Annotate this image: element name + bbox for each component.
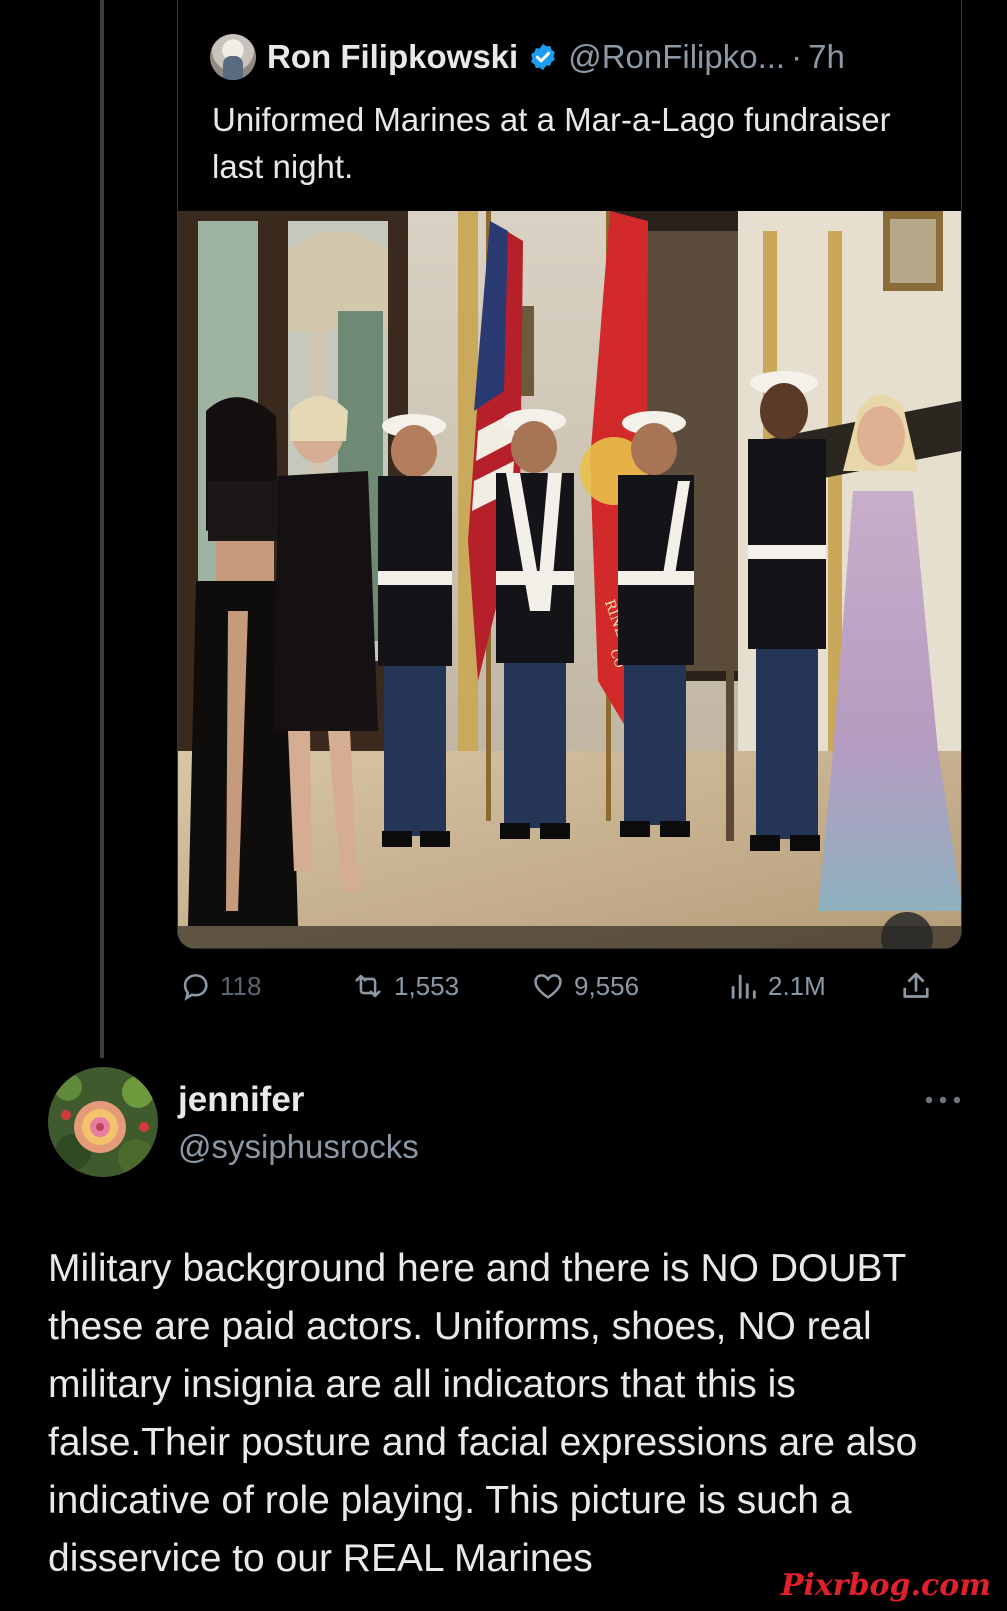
quoted-author-name[interactable]: Ron Filipkowski (267, 38, 518, 76)
quoted-tweet-time[interactable]: 7h (808, 38, 845, 76)
reply-author-avatar[interactable] (48, 1067, 158, 1177)
quoted-tweet-header: Ron Filipkowski @RonFilipko... · 7h (210, 34, 845, 80)
separator-dot: · (791, 38, 803, 75)
views-icon (731, 974, 756, 999)
share-icon (903, 972, 929, 998)
thread-connector-line (100, 0, 104, 1058)
reply-author-handle[interactable]: @sysiphusrocks (178, 1128, 419, 1166)
tweet-action-bar: 118 1,553 9,556 2.1M (178, 966, 968, 1006)
quoted-author-handle[interactable]: @RonFilipko... (568, 38, 785, 76)
rose-avatar-image (48, 1067, 158, 1177)
quoted-tweet-text: Uniformed Marines at a Mar-a-Lago fundra… (212, 101, 891, 185)
views-action[interactable]: 2.1M (726, 966, 826, 1006)
like-action[interactable]: 9,556 (530, 966, 639, 1006)
quoted-tweet-photo[interactable]: RINE CO (178, 211, 961, 948)
repost-count: 1,553 (394, 970, 460, 1001)
like-icon (534, 974, 562, 999)
verified-badge-icon (528, 42, 558, 72)
quoted-tweet-card[interactable]: Ron Filipkowski @RonFilipko... · 7h Unif… (177, 0, 962, 949)
reply-count: 118 (220, 970, 262, 1001)
reply-author-name[interactable]: jennifer (178, 1080, 304, 1120)
reply-action[interactable]: 118 (178, 966, 261, 1006)
share-action[interactable] (898, 966, 942, 1006)
more-icon[interactable] (924, 1093, 962, 1107)
watermark: Pixrbog.com (780, 1568, 991, 1603)
repost-icon (355, 974, 381, 998)
reply-text: Military background here and there is NO… (48, 1247, 918, 1580)
views-count: 2.1M (768, 970, 826, 1001)
reply-icon (183, 974, 208, 1001)
quoted-author-avatar[interactable] (210, 34, 256, 80)
repost-action[interactable]: 1,553 (350, 966, 459, 1006)
like-count: 9,556 (574, 970, 640, 1001)
